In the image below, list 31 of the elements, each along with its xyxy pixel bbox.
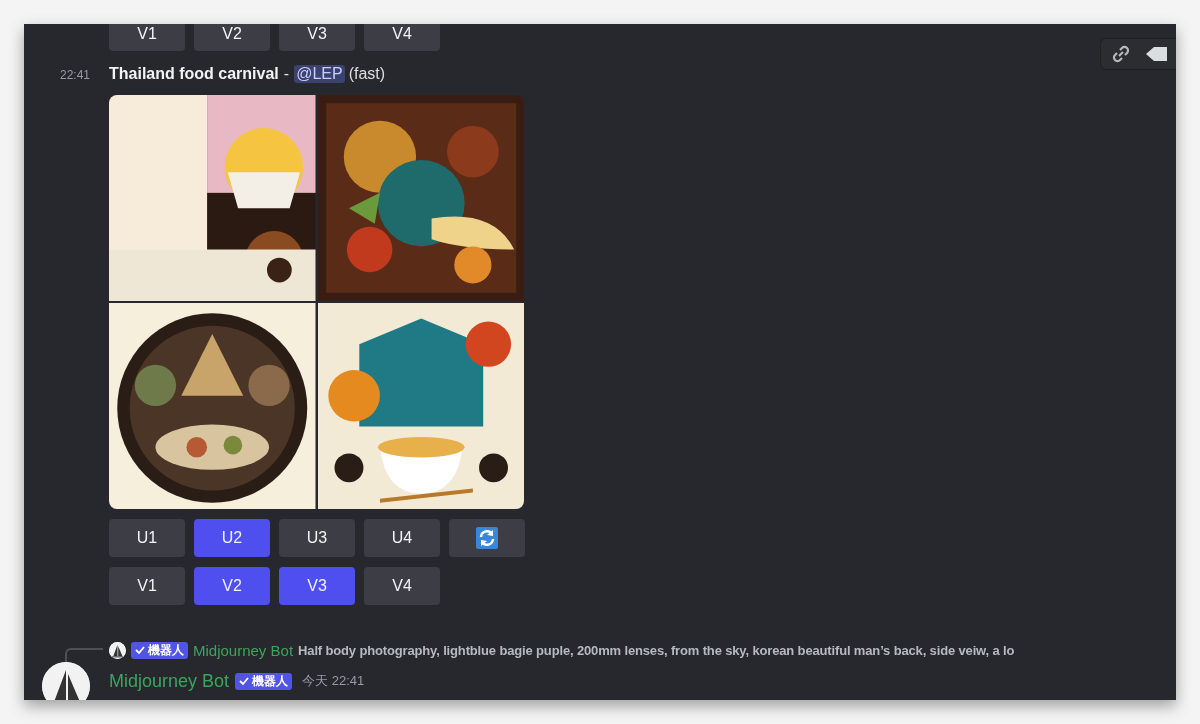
action-button[interactable]: V2 [194,567,270,605]
pointer-icon[interactable] [1145,44,1167,64]
variation-button[interactable]: V3 [279,24,355,51]
action-button[interactable]: U2 [194,519,270,557]
reply-text[interactable]: Half body photography, lightblue bagie puple, 200mm lenses, from the sky, korean beautiful man’s back, side veiw, a lo [298,642,1015,658]
mode-text: (fast) [348,65,386,83]
prompt-text: Thailand food carnival [109,65,279,83]
check-icon [239,676,250,686]
mention-link[interactable]: @LEP [294,65,345,83]
check-icon [135,645,145,655]
action-button[interactable]: U3 [279,519,355,557]
action-button[interactable]: V3 [279,567,355,605]
variation-button[interactable]: V4 [364,24,440,51]
variation-button[interactable]: V1 [109,24,185,51]
action-button[interactable]: V1 [109,567,185,605]
author-name[interactable]: Midjourney Bot [109,670,230,692]
author-name[interactable]: Midjourney Bot [193,641,294,659]
reroll-button[interactable] [449,519,525,557]
separator-text: - [283,65,290,83]
bot-badge: 機器人 [131,641,188,659]
timestamp: 今天 22:41 [302,672,365,690]
avatar-icon[interactable] [109,641,126,659]
link-icon[interactable] [1111,44,1131,64]
bot-badge: 機器人 [235,672,293,690]
action-button[interactable]: V4 [364,567,440,605]
variation-button[interactable]: V2 [194,24,270,51]
action-button[interactable]: U4 [364,519,440,557]
avatar-icon[interactable] [42,662,90,700]
action-button[interactable]: U1 [109,519,185,557]
message-time: 22:41 [59,68,92,82]
refresh-icon [476,527,498,549]
